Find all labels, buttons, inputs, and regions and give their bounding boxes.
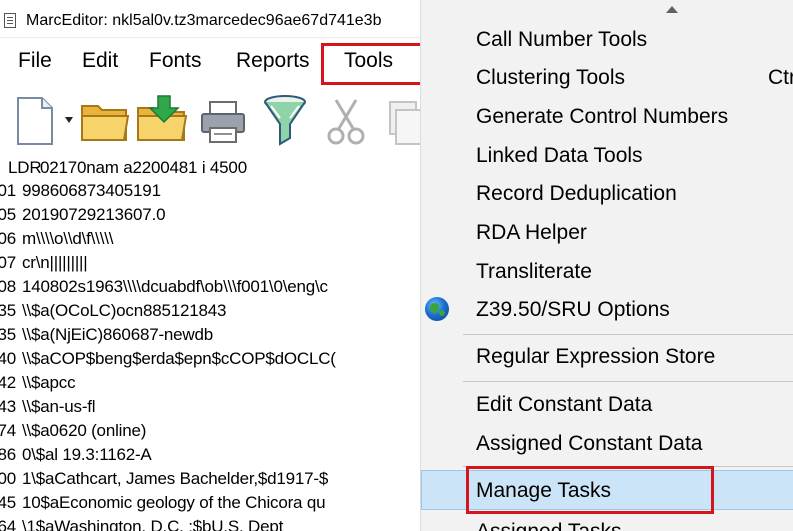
- menu-item-linked-data-tools[interactable]: Linked Data Tools: [421, 136, 793, 174]
- menu-item-label: Assigned Constant Data: [476, 432, 703, 455]
- menu-file[interactable]: File: [18, 49, 52, 73]
- marc-line: 035\\$a(OCoLC)ocn885121843: [0, 301, 227, 320]
- app-icon: [4, 13, 16, 28]
- menu-separator: [463, 334, 793, 335]
- marc-line: 00520190729213607.0: [0, 205, 166, 224]
- menu-fonts[interactable]: Fonts: [149, 49, 202, 73]
- menu-item-label: Linked Data Tools: [476, 144, 643, 167]
- menu-item-regular-expression-store[interactable]: Regular Expression Store: [421, 337, 793, 375]
- filter-funnel-icon[interactable]: [262, 94, 308, 148]
- scroll-up-arrow-icon[interactable]: [666, 6, 678, 13]
- menu-item-label: Edit Constant Data: [476, 393, 653, 416]
- menu-item-label: Clustering Tools: [476, 66, 626, 89]
- menu-item-edit-constant-data[interactable]: Edit Constant Data: [421, 385, 793, 423]
- dropdown-arrow-icon[interactable]: [64, 116, 74, 124]
- tools-annotation-box: [321, 43, 425, 85]
- marc-line: 0860\$al 19.3:1162-A: [0, 445, 152, 464]
- toolbar: [0, 88, 420, 154]
- marc-line: 008140802s1963\\\\dcuabdf\ob\\\f001\0\en…: [0, 277, 328, 296]
- menu-item-rda-helper[interactable]: RDA Helper: [421, 213, 793, 251]
- marc-line: 001998606873405191: [0, 181, 161, 200]
- marc-line: 035\\$a(NjEiC)860687-newdb: [0, 325, 214, 344]
- globe-icon: [425, 297, 449, 321]
- menu-item-label: RDA Helper: [476, 221, 587, 244]
- title-bar: MarcEditor: nkl5al0v.tz3marcedec96ae67d7…: [0, 0, 420, 38]
- menu-item-clustering-tools[interactable]: Clustering Tools Ctr: [421, 58, 793, 96]
- menu-item-label: Z39.50/SRU Options: [476, 298, 670, 321]
- menu-item-shortcut: Ctr: [768, 66, 793, 89]
- menu-item-call-number-tools[interactable]: Call Number Tools: [421, 20, 793, 58]
- marc-line: LDR02170nam a2200481 i 4500: [8, 158, 247, 177]
- menu-item-z3950-sru-options[interactable]: Z39.50/SRU Options: [421, 290, 793, 328]
- menu-item-label: Call Number Tools: [476, 28, 648, 51]
- marc-line: 042\\$apcc: [0, 373, 76, 392]
- menu-edit[interactable]: Edit: [82, 49, 118, 73]
- window-title: MarcEditor: nkl5al0v.tz3marcedec96ae67d7…: [26, 12, 382, 29]
- menu-item-label: Generate Control Numbers: [476, 105, 729, 128]
- manage-tasks-annotation-box: [466, 466, 714, 514]
- menu-item-label: Assigned Tasks: [476, 520, 622, 531]
- marc-line: 006m\\\\o\\d\f\\\\\: [0, 229, 114, 248]
- marc-line: 074\\$a0620 (online): [0, 421, 147, 440]
- copy-icon[interactable]: [388, 100, 420, 146]
- menu-item-transliterate[interactable]: Transliterate: [421, 252, 793, 290]
- menu-item-assigned-constant-data[interactable]: Assigned Constant Data: [421, 424, 793, 462]
- menu-item-label: Regular Expression Store: [476, 345, 716, 368]
- menu-separator: [463, 381, 793, 382]
- marc-line: 24510$aEconomic geology of the Chicora q…: [0, 493, 326, 512]
- marc-line: 1001\$aCathcart, James Bachelder,$d1917-…: [0, 469, 329, 488]
- menu-item-label: Record Deduplication: [476, 182, 677, 205]
- menu-item-generate-control-numbers[interactable]: Generate Control Numbers: [421, 97, 793, 135]
- tools-dropdown-menu: Call Number Tools Clustering Tools Ctr G…: [420, 0, 793, 531]
- marc-line: 043\\$an-us-fl: [0, 397, 96, 416]
- marc-line: 040\\$aCOP$beng$erda$epn$cCOP$dOCLC(: [0, 349, 336, 368]
- marc-line: 007cr\n|||||||||: [0, 253, 88, 272]
- new-file-icon[interactable]: [14, 96, 56, 146]
- print-icon[interactable]: [200, 100, 246, 144]
- open-folder-icon[interactable]: [80, 100, 130, 144]
- save-folder-icon[interactable]: [136, 94, 188, 144]
- cut-scissors-icon[interactable]: [326, 98, 366, 146]
- menu-item-label: Transliterate: [476, 260, 592, 283]
- menu-item-assigned-tasks[interactable]: Assigned Tasks: [421, 512, 793, 531]
- menu-reports[interactable]: Reports: [236, 49, 310, 73]
- menu-item-record-deduplication[interactable]: Record Deduplication: [421, 174, 793, 212]
- marc-editor-text[interactable]: LDR02170nam a2200481 i 4500 001998606873…: [0, 156, 420, 531]
- marc-line: 264\1$aWashington, D.C. :$bU.S. Dept: [0, 517, 284, 531]
